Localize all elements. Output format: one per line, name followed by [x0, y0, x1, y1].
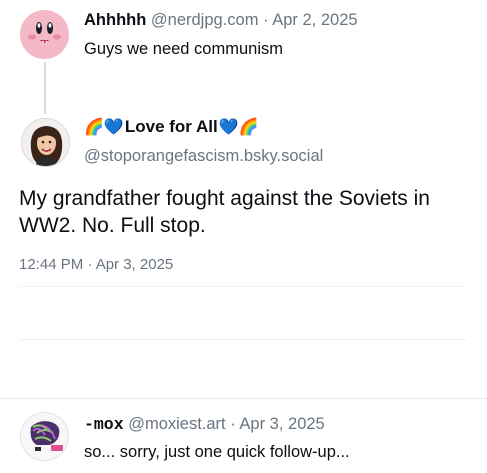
meta-separator: · — [263, 11, 269, 29]
heart-rainbow-emoji-suffix: 💙🌈 — [218, 119, 259, 136]
reply-display-name[interactable]: -mox — [84, 415, 124, 434]
reply-post-header: -mox @moxiest.art · Apr 3, 2025 — [84, 415, 325, 434]
parent-handle[interactable]: @nerdjpg.com — [151, 11, 259, 29]
main-display-name: Love for All — [124, 117, 218, 136]
divider — [0, 398, 487, 399]
parent-post-text: Guys we need communism — [84, 40, 283, 58]
parent-date[interactable]: Apr 2, 2025 — [272, 11, 357, 29]
kirby-avatar-icon[interactable] — [20, 10, 69, 59]
parent-display-name[interactable]: Ahhhhh — [84, 11, 146, 29]
parent-post-header: Ahhhhh @nerdjpg.com · Apr 2, 2025 — [84, 11, 358, 30]
reply-post-text: so... sorry, just one quick follow-up... — [84, 443, 350, 461]
reply-handle[interactable]: @moxiest.art — [128, 415, 225, 433]
mox-avatar-icon[interactable] — [20, 412, 69, 461]
meta-separator: · — [230, 415, 236, 433]
woman-avatar-icon[interactable] — [21, 118, 70, 167]
main-handle[interactable]: @stoporangefascism.bsky.social — [84, 147, 323, 166]
main-post-text: My grandfather fought against the Soviet… — [19, 187, 430, 237]
main-display-name-row[interactable]: 🌈💙 Love for All 💙🌈 — [84, 117, 259, 137]
reply-date[interactable]: Apr 3, 2025 — [239, 415, 324, 433]
divider — [19, 286, 467, 287]
thread-connector-line — [44, 62, 46, 114]
rainbow-heart-emoji-prefix: 🌈💙 — [84, 119, 124, 136]
main-post-timestamp[interactable]: 12:44 PM · Apr 3, 2025 — [19, 256, 173, 273]
divider — [19, 339, 467, 340]
